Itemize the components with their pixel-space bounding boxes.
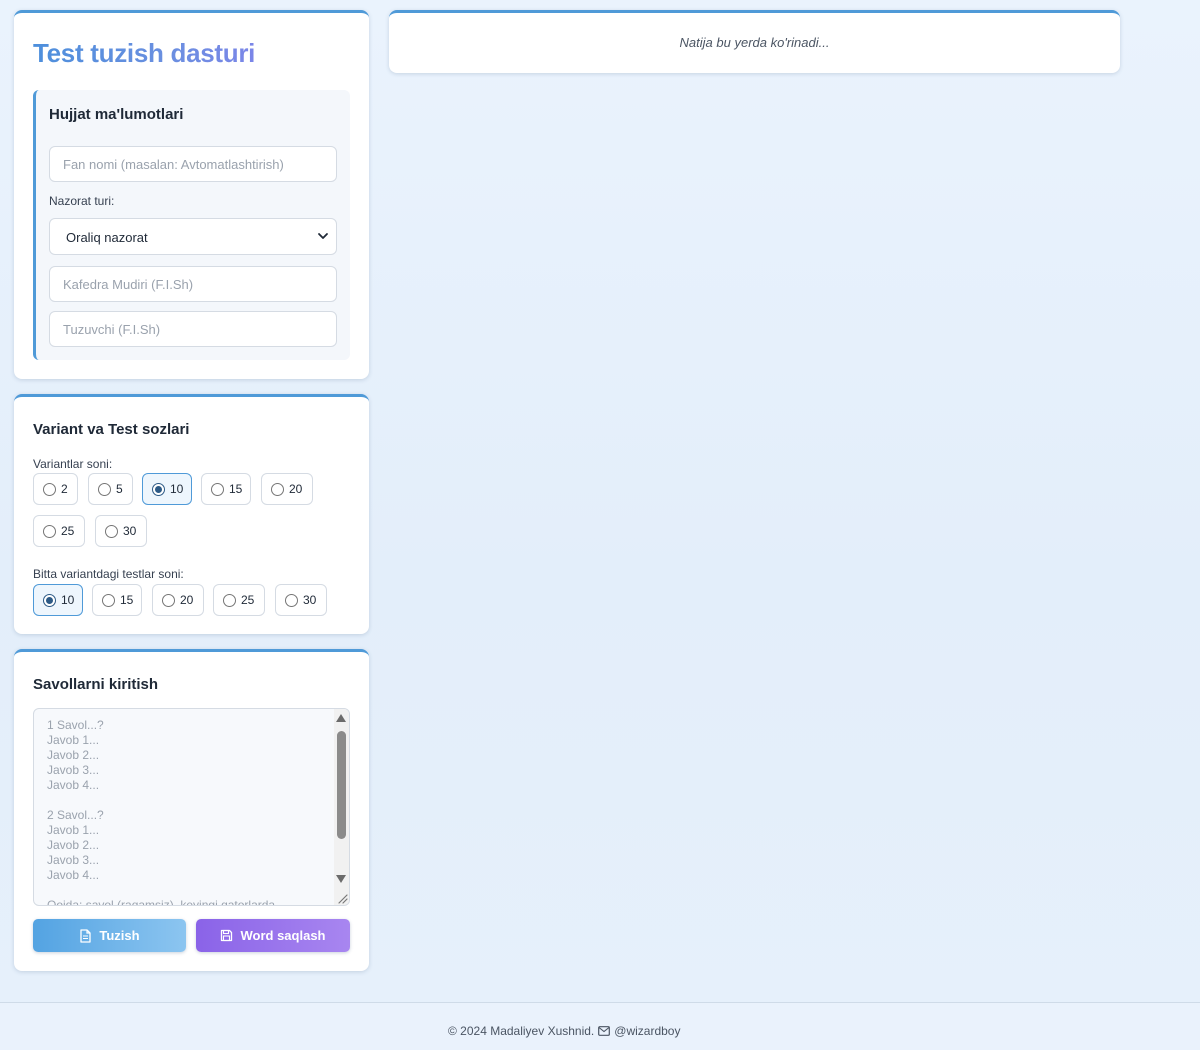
radio-icon: [102, 593, 115, 607]
radio-icon: [285, 593, 298, 607]
head-of-department-input[interactable]: [49, 266, 337, 302]
result-placeholder: Natija bu yerda ko'rinadi...: [679, 35, 830, 50]
scroll-thumb[interactable]: [337, 731, 346, 839]
control-type-select[interactable]: Oraliq nazorat: [49, 218, 337, 255]
variant-option-30[interactable]: 30: [95, 515, 147, 547]
test-option-label: 20: [180, 593, 194, 607]
floppy-disk-icon: [221, 929, 233, 942]
radio-icon: [211, 482, 224, 496]
radio-selected-icon: [152, 482, 165, 496]
variant-option-15[interactable]: 15: [201, 473, 251, 505]
scroll-up-arrow-icon[interactable]: [336, 714, 346, 722]
footer-copyright: © 2024 Madaliyev Xushnid.: [448, 1024, 595, 1038]
result-card: Natija bu yerda ko'rinadi...: [389, 10, 1120, 73]
variant-settings-heading: Variant va Test sozlari: [33, 421, 190, 438]
footer-contact-link[interactable]: @wizardboy: [614, 1024, 680, 1038]
variant-option-25[interactable]: 25: [33, 515, 85, 547]
subject-name-input[interactable]: [49, 146, 337, 182]
test-option-30[interactable]: 30: [275, 584, 327, 616]
variant-option-label: 25: [61, 524, 75, 538]
document-info-panel: Hujjat ma'lumotlari Nazorat turi: Oraliq…: [33, 90, 350, 360]
radio-icon: [162, 593, 175, 607]
variant-option-label: 30: [123, 524, 137, 538]
test-option-label: 15: [120, 593, 134, 607]
variant-option-label: 2: [61, 482, 68, 496]
variant-option-label: 15: [229, 482, 243, 496]
build-button[interactable]: Tuzish: [33, 919, 186, 952]
chevron-down-icon: [318, 233, 328, 239]
radio-icon: [271, 482, 284, 496]
word-save-button-label: Word saqlash: [240, 928, 326, 943]
test-option-label: 30: [303, 593, 317, 607]
app-title: Test tuzish dasturi: [33, 38, 256, 68]
word-save-button[interactable]: Word saqlash: [196, 919, 350, 952]
variant-option-10[interactable]: 10: [142, 473, 192, 505]
control-type-label: Nazorat turi:: [49, 194, 115, 208]
variant-option-2[interactable]: 2: [33, 473, 78, 505]
build-button-label: Tuzish: [99, 928, 140, 943]
scroll-down-arrow-icon[interactable]: [336, 875, 346, 883]
test-option-20[interactable]: 20: [152, 584, 204, 616]
questions-textarea[interactable]: 1 Savol...? Javob 1... Javob 2... Javob …: [33, 708, 350, 906]
variant-option-label: 20: [289, 482, 303, 496]
test-option-15[interactable]: 15: [92, 584, 142, 616]
questions-heading: Savollarni kiritish: [33, 676, 159, 693]
radio-selected-icon: [43, 593, 56, 607]
variant-settings-card: Variant va Test sozlari Variantlar soni:…: [14, 394, 369, 634]
footer-text: © 2024 Madaliyev Xushnid. @wizardboy: [448, 1024, 680, 1038]
envelope-icon: [598, 1026, 611, 1036]
resize-grip-icon[interactable]: [336, 892, 348, 904]
radio-icon: [43, 482, 56, 496]
document-info-card: Test tuzish dasturi Hujjat ma'lumotlari …: [14, 10, 369, 379]
radio-icon: [223, 593, 236, 607]
variant-option-label: 5: [116, 482, 123, 496]
document-info-heading: Hujjat ma'lumotlari: [49, 106, 184, 123]
test-option-10[interactable]: 10: [33, 584, 83, 616]
variant-option-label: 10: [170, 482, 184, 496]
variant-option-20[interactable]: 20: [261, 473, 313, 505]
questions-placeholder: 1 Savol...? Javob 1... Javob 2... Javob …: [47, 718, 276, 906]
radio-icon: [105, 524, 118, 538]
radio-icon: [43, 524, 56, 538]
test-option-label: 10: [61, 593, 75, 607]
tests-per-variant-label: Bitta variantdagi testlar soni:: [33, 567, 184, 581]
questions-card: Savollarni kiritish 1 Savol...? Javob 1.…: [14, 649, 369, 971]
test-option-25[interactable]: 25: [213, 584, 265, 616]
variant-count-label: Variantlar soni:: [33, 457, 113, 471]
footer: © 2024 Madaliyev Xushnid. @wizardboy: [0, 1003, 1200, 1050]
control-type-value: Oraliq nazorat: [66, 230, 148, 245]
test-option-label: 25: [241, 593, 255, 607]
document-icon: [80, 928, 92, 943]
radio-icon: [98, 482, 111, 496]
author-input[interactable]: [49, 311, 337, 347]
variant-option-5[interactable]: 5: [88, 473, 133, 505]
textarea-scrollbar[interactable]: [334, 709, 349, 905]
